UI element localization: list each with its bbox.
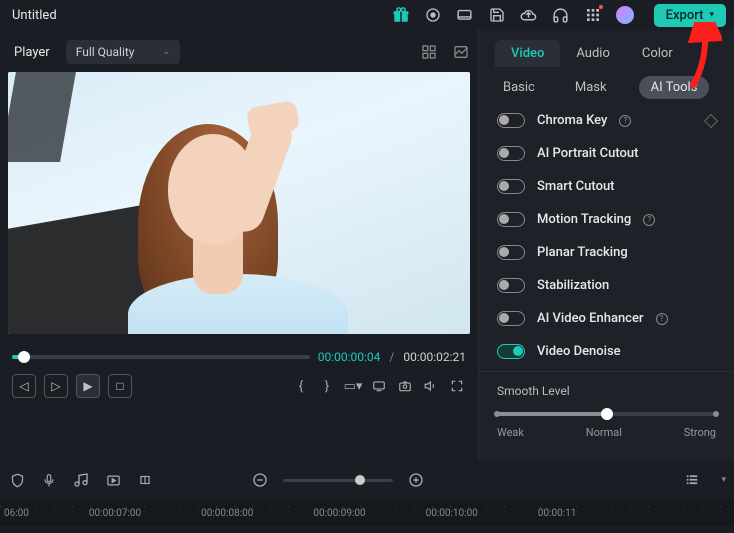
tool-chroma-key: Chroma Key ? — [497, 113, 716, 128]
mark-in-icon[interactable]: { — [292, 377, 310, 395]
subtab-mask[interactable]: Mask — [567, 76, 615, 99]
tool-planar-tracking: Planar Tracking — [497, 245, 716, 260]
toggle-motion-tracking[interactable] — [497, 212, 525, 227]
desktop-icon[interactable] — [456, 6, 474, 24]
export-label: Export — [666, 8, 704, 23]
toggle-ai-video-enhancer[interactable] — [497, 311, 525, 326]
time-display: 00:00:00:04 / 00:00:02:21 — [318, 350, 466, 364]
smooth-level-slider[interactable] — [497, 412, 716, 416]
tool-stabilization: Stabilization — [497, 278, 716, 293]
zoom-slider[interactable] — [283, 479, 393, 482]
apps-icon[interactable] — [584, 6, 602, 24]
toggle-smart-cutout[interactable] — [497, 179, 525, 194]
subtab-basic[interactable]: Basic — [495, 76, 543, 99]
toggle-video-denoise[interactable] — [497, 344, 525, 359]
smooth-labels: Weak Normal Strong — [497, 426, 716, 439]
prev-frame-button[interactable]: ◁ — [12, 374, 36, 398]
zoom-out-icon[interactable] — [251, 471, 269, 489]
quality-value: Full Quality — [76, 45, 135, 59]
project-title: Untitled — [8, 8, 392, 23]
tool-smart-cutout: Smart Cutout — [497, 179, 716, 194]
zoom-in-icon[interactable] — [407, 471, 425, 489]
tool-ai-portrait-cutout: AI Portrait Cutout — [497, 146, 716, 161]
avatar[interactable] — [616, 6, 634, 24]
chevron-down-icon[interactable]: ▾ — [721, 475, 726, 485]
notification-dot — [599, 5, 603, 9]
property-tabs: Video Audio Color — [479, 36, 734, 70]
stop-button[interactable]: □ — [108, 374, 132, 398]
save-icon[interactable] — [488, 6, 506, 24]
layout-grid-icon[interactable] — [420, 44, 438, 60]
smooth-level-label: Smooth Level — [497, 384, 716, 398]
fullscreen-icon[interactable] — [448, 377, 466, 395]
volume-icon[interactable] — [422, 377, 440, 395]
chevron-down-icon: ▾ — [709, 10, 714, 20]
music-icon[interactable] — [72, 471, 90, 489]
mic-icon[interactable] — [40, 471, 58, 489]
next-frame-button[interactable]: ▷ — [44, 374, 68, 398]
tab-audio[interactable]: Audio — [560, 40, 625, 67]
play-button[interactable]: ▶ — [76, 374, 100, 398]
player-label: Player — [8, 41, 56, 64]
toggle-chroma-key[interactable] — [497, 113, 525, 128]
crop-icon[interactable] — [136, 471, 154, 489]
image-compare-icon[interactable] — [452, 44, 470, 60]
toggle-planar-tracking[interactable] — [497, 245, 525, 260]
help-icon[interactable]: ? — [619, 115, 631, 127]
seek-bar[interactable] — [12, 355, 310, 359]
export-button[interactable]: Export ▾ — [654, 4, 726, 27]
mark-out-icon[interactable]: } — [318, 377, 336, 395]
time-current: 00:00:00:04 — [318, 350, 381, 364]
toggle-ai-portrait-cutout[interactable] — [497, 146, 525, 161]
help-icon[interactable]: ? — [643, 214, 655, 226]
cloud-icon[interactable] — [520, 6, 538, 24]
video-subtabs: Basic Mask AI Tools — [479, 70, 734, 109]
tab-color[interactable]: Color — [626, 40, 689, 67]
screen-icon[interactable] — [370, 377, 388, 395]
shield-icon[interactable] — [8, 471, 26, 489]
subtab-ai-tools[interactable]: AI Tools — [639, 76, 710, 99]
tool-ai-video-enhancer: AI Video Enhancer ? — [497, 311, 716, 326]
tab-video[interactable]: Video — [495, 40, 560, 67]
gift-icon[interactable] — [392, 6, 410, 24]
headphones-icon[interactable] — [552, 6, 570, 24]
record-icon[interactable] — [424, 6, 442, 24]
quality-dropdown[interactable]: Full Quality ⌄ — [66, 40, 180, 64]
media-icon[interactable] — [104, 471, 122, 489]
marker-dropdown-icon[interactable]: ▭▾ — [344, 377, 362, 395]
help-icon[interactable]: ? — [656, 313, 668, 325]
tool-motion-tracking: Motion Tracking ? — [497, 212, 716, 227]
keyframe-icon[interactable] — [704, 113, 718, 127]
snapshot-icon[interactable] — [396, 377, 414, 395]
tool-video-denoise: Video Denoise — [497, 344, 716, 359]
toggle-stabilization[interactable] — [497, 278, 525, 293]
timeline-ruler[interactable]: 06:00 00:00:07:00 00:00:08:00 00:00:09:0… — [0, 500, 734, 526]
list-view-icon[interactable] — [683, 471, 701, 489]
chevron-down-icon: ⌄ — [163, 47, 171, 57]
video-preview[interactable] — [8, 72, 470, 334]
time-total: 00:00:02:21 — [403, 350, 466, 364]
